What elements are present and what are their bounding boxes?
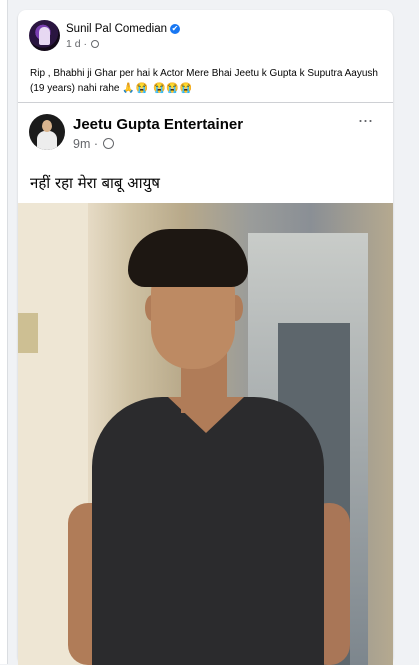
globe-icon[interactable]: [103, 138, 115, 149]
outer-author-name[interactable]: Sunil Pal Comedian: [66, 23, 167, 35]
outer-post-emojis: 🙏😭 😭😭😭: [122, 83, 194, 94]
outer-post-text: Rip , Bhabhi ji Ghar per hai k Actor Mer…: [30, 66, 385, 96]
outer-post-meta: 1 d ·: [66, 38, 99, 50]
outer-post-author[interactable]: Sunil Pal Comedian ✔: [66, 23, 181, 35]
post-photo[interactable]: [18, 203, 393, 665]
outer-post-time[interactable]: 1 d ·: [66, 38, 87, 50]
shared-post-text: नहीं रहा मेरा बाबू आयुष: [30, 174, 160, 192]
avatar[interactable]: [29, 20, 60, 51]
verified-badge-icon: ✔: [170, 24, 181, 34]
post-card: Sunil Pal Comedian ✔ 1 d · Rip , Bhabhi j…: [18, 10, 393, 665]
outer-post-header: Sunil Pal Comedian ✔ 1 d ·: [29, 20, 369, 54]
outer-post-message: Rip , Bhabhi ji Ghar per hai k Actor Mer…: [30, 68, 378, 94]
shared-post-author[interactable]: Jeetu Gupta Entertainer: [73, 116, 243, 133]
shared-post: Jeetu Gupta Entertainer 9m · ··· नहीं रह…: [18, 102, 393, 665]
shared-post-time[interactable]: 9m ·: [73, 137, 98, 151]
left-scroll-edge: [0, 0, 8, 664]
globe-icon[interactable]: [90, 40, 99, 48]
shared-post-meta: 9m ·: [73, 137, 115, 151]
shared-post-avatar[interactable]: [29, 114, 65, 150]
more-options-icon[interactable]: ···: [353, 111, 377, 133]
